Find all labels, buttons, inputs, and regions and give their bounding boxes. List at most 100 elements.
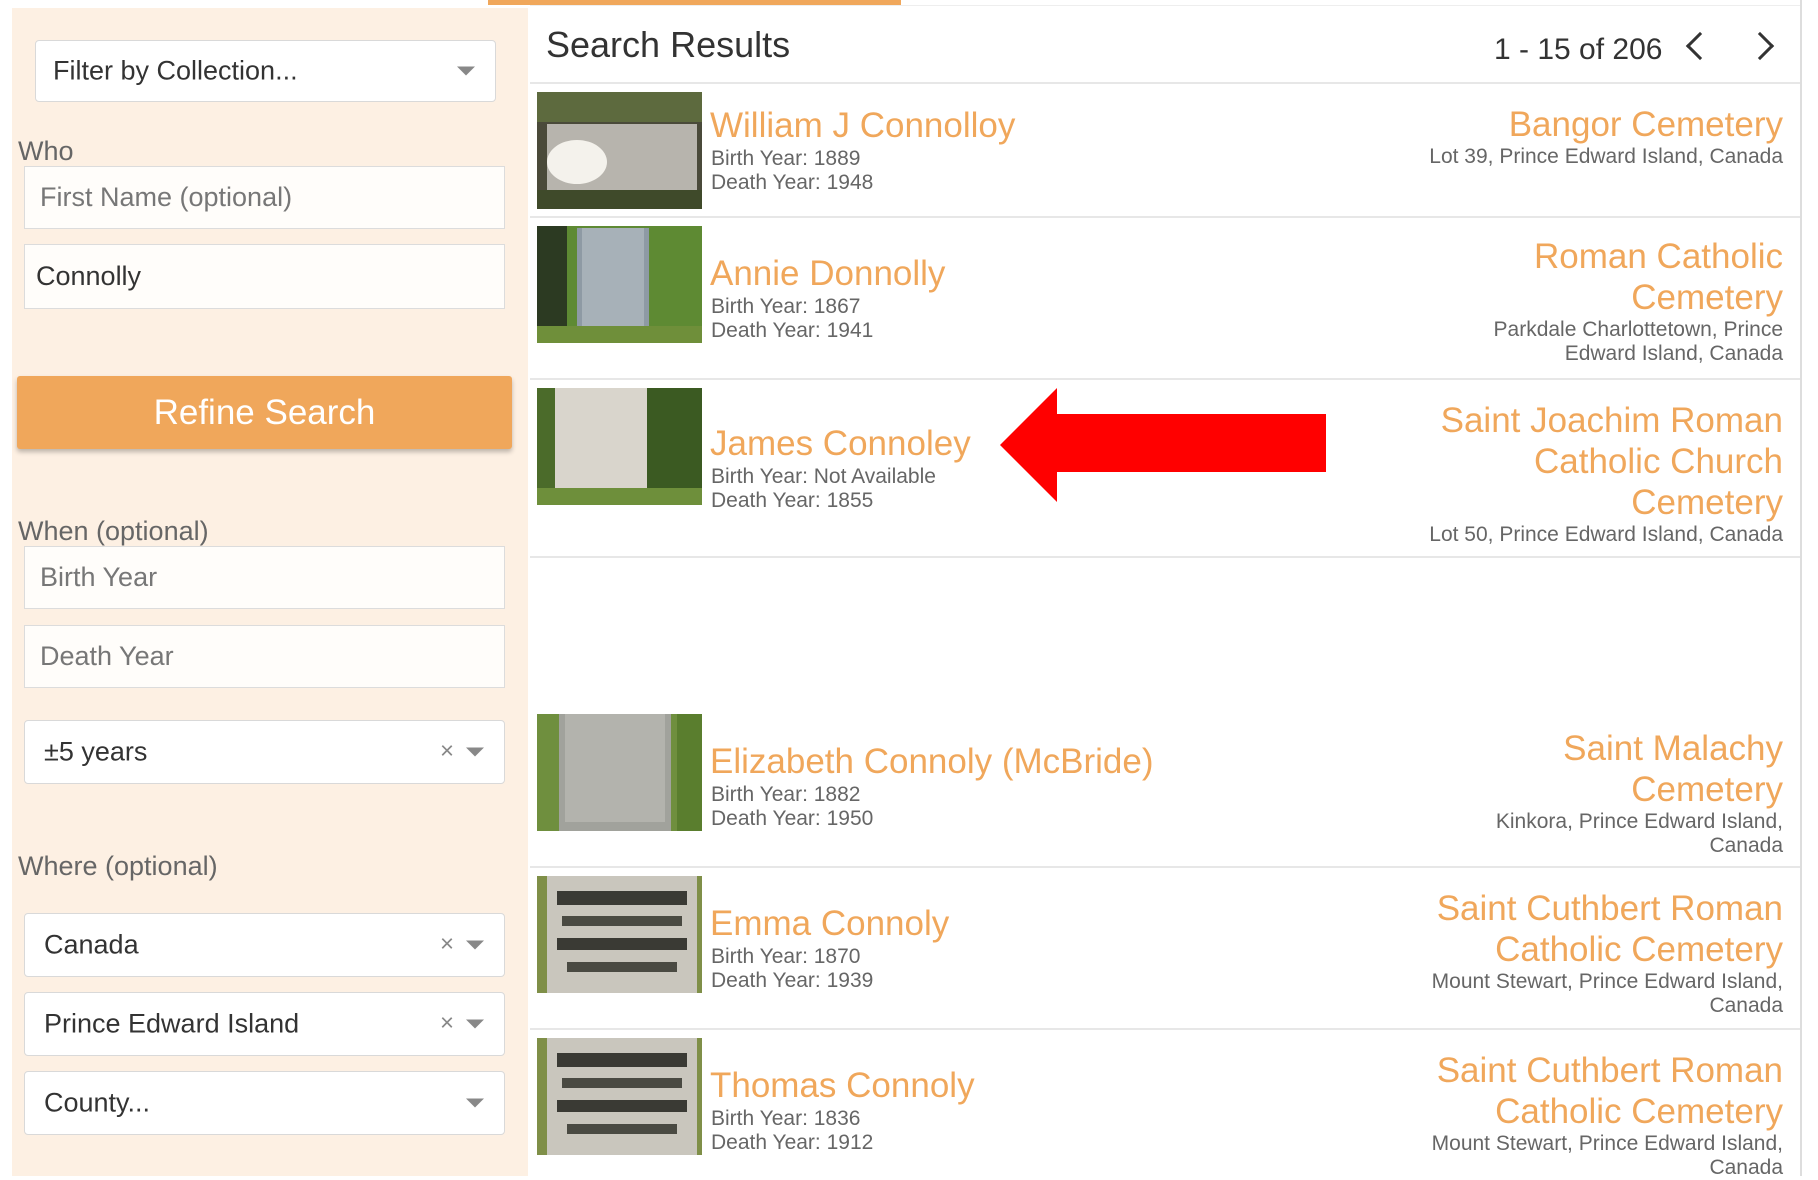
cemetery-name-link[interactable]: Saint Cuthbert Roman Catholic Cemetery bbox=[1432, 1050, 1783, 1132]
country-select[interactable]: Canada × bbox=[24, 913, 505, 977]
chevron-down-icon bbox=[466, 1019, 484, 1029]
location-line: Parkdale Charlottetown, Prince bbox=[1493, 318, 1783, 341]
birth-year-input[interactable] bbox=[24, 546, 505, 609]
row-divider bbox=[530, 1028, 1800, 1030]
headstone-photo bbox=[537, 876, 702, 993]
last-name-input[interactable] bbox=[24, 244, 505, 309]
chevron-right-icon[interactable] bbox=[1745, 31, 1775, 61]
cemetery-name-link[interactable]: Saint Malachy Cemetery bbox=[1496, 728, 1783, 810]
province-select[interactable]: Prince Edward Island × bbox=[24, 992, 505, 1056]
cemetery-name-link[interactable]: Roman Catholic Cemetery bbox=[1494, 236, 1783, 318]
location-line: Kinkora, Prince Edward Island, bbox=[1495, 810, 1783, 833]
death-year-input[interactable] bbox=[24, 625, 505, 688]
cemetery-name-line: Cemetery bbox=[1631, 278, 1783, 317]
cemetery-name-line: Saint Cuthbert Roman bbox=[1436, 889, 1783, 928]
chevron-left-icon[interactable] bbox=[1685, 31, 1715, 61]
death-prefix: Death Year: bbox=[711, 319, 821, 342]
cemetery-name-line: Saint Cuthbert Roman bbox=[1436, 1051, 1783, 1090]
person-dates: Birth Year: 1889 Death Year: 1948 bbox=[711, 147, 873, 195]
birth-prefix: Birth Year: bbox=[711, 783, 808, 806]
person-dates: Birth Year: 1882 Death Year: 1950 bbox=[711, 783, 873, 831]
row-divider bbox=[530, 556, 1800, 558]
location-line: Canada bbox=[1709, 1156, 1783, 1179]
cemetery-location: Lot 50, Prince Edward Island, Canada bbox=[1429, 523, 1783, 547]
result-row[interactable]: William J Connolloy Birth Year: 1889 Dea… bbox=[530, 92, 1800, 216]
location-line: Lot 39, Prince Edward Island, Canada bbox=[1429, 145, 1783, 168]
person-name-link[interactable]: Thomas Connoly bbox=[710, 1066, 975, 1106]
birth-year-line: Birth Year: Not Available bbox=[711, 465, 936, 489]
refine-search-button[interactable]: Refine Search bbox=[17, 376, 512, 449]
person-name-link[interactable]: James Connoley bbox=[710, 424, 971, 464]
results-title: Search Results bbox=[546, 24, 791, 65]
clear-icon[interactable]: × bbox=[440, 737, 454, 765]
birth-year-line: Birth Year: 1870 bbox=[711, 945, 873, 969]
cemetery-location: Parkdale Charlottetown, Prince Edward Is… bbox=[1494, 318, 1783, 366]
cemetery-name-line: Catholic Cemetery bbox=[1495, 1092, 1783, 1131]
location-line: Mount Stewart, Prince Edward Island, bbox=[1431, 1132, 1783, 1155]
death-year-line: Death Year: 1912 bbox=[711, 1131, 873, 1155]
cemetery-block: Saint Cuthbert Roman Catholic Cemetery M… bbox=[1432, 1050, 1783, 1180]
county-value: County... bbox=[44, 1087, 151, 1118]
birth-prefix: Birth Year: bbox=[711, 147, 808, 170]
pagination-count: 1 - 15 of 206 bbox=[1494, 33, 1663, 66]
headstone-photo bbox=[537, 92, 702, 209]
death-prefix: Death Year: bbox=[711, 807, 821, 830]
year-range-select[interactable]: ±5 years × bbox=[24, 720, 505, 784]
result-row[interactable]: Annie Donnolly Birth Year: 1867 Death Ye… bbox=[530, 226, 1800, 376]
first-name-input[interactable] bbox=[24, 166, 505, 229]
chevron-down-icon bbox=[466, 1098, 484, 1108]
birth-prefix: Birth Year: bbox=[711, 945, 808, 968]
birth-year-value: Not Available bbox=[813, 465, 936, 488]
clear-icon[interactable]: × bbox=[440, 930, 454, 958]
birth-year-value: 1836 bbox=[813, 1107, 861, 1130]
cemetery-location: Mount Stewart, Prince Edward Island, Can… bbox=[1432, 970, 1783, 1018]
person-name-link[interactable]: William J Connolloy bbox=[710, 106, 1015, 146]
death-prefix: Death Year: bbox=[711, 969, 821, 992]
chevron-down-icon bbox=[457, 66, 475, 76]
clear-icon[interactable]: × bbox=[440, 1009, 454, 1037]
chevron-down-icon bbox=[466, 747, 484, 757]
birth-prefix: Birth Year: bbox=[711, 465, 808, 488]
cemetery-name-link[interactable]: Saint Joachim Roman Catholic Church Ceme… bbox=[1429, 400, 1783, 523]
scrollbar-track[interactable] bbox=[1800, 0, 1802, 1176]
row-divider bbox=[530, 82, 1800, 84]
headstone-photo bbox=[537, 226, 702, 343]
death-year-value: 1855 bbox=[826, 489, 874, 512]
death-year-value: 1939 bbox=[826, 969, 874, 992]
person-name-link[interactable]: Elizabeth Connoly (McBride) bbox=[710, 742, 1154, 782]
birth-year-line: Birth Year: 1867 bbox=[711, 295, 873, 319]
cemetery-location: Mount Stewart, Prince Edward Island, Can… bbox=[1432, 1132, 1783, 1180]
cemetery-block: Bangor Cemetery Lot 39, Prince Edward Is… bbox=[1429, 104, 1783, 169]
death-prefix: Death Year: bbox=[711, 489, 821, 512]
cemetery-name-link[interactable]: Saint Cuthbert Roman Catholic Cemetery bbox=[1432, 888, 1783, 970]
cemetery-name-line: Bangor Cemetery bbox=[1508, 105, 1783, 144]
person-dates: Birth Year: 1836 Death Year: 1912 bbox=[711, 1107, 873, 1155]
death-year-value: 1912 bbox=[826, 1131, 874, 1154]
cemetery-name-line: Catholic Church bbox=[1534, 442, 1783, 481]
county-select[interactable]: County... bbox=[24, 1071, 505, 1135]
country-value: Canada bbox=[44, 929, 139, 960]
cemetery-location: Kinkora, Prince Edward Island, Canada bbox=[1496, 810, 1783, 858]
result-row[interactable]: Thomas Connoly Birth Year: 1836 Death Ye… bbox=[530, 1038, 1800, 1179]
result-row[interactable]: Emma Connoly Birth Year: 1870 Death Year… bbox=[530, 876, 1800, 1026]
cemetery-name-link[interactable]: Bangor Cemetery bbox=[1429, 104, 1783, 145]
cemetery-block: Saint Malachy Cemetery Kinkora, Prince E… bbox=[1496, 728, 1783, 858]
birth-year-line: Birth Year: 1889 bbox=[711, 147, 873, 171]
birth-year-line: Birth Year: 1836 bbox=[711, 1107, 873, 1131]
person-name-link[interactable]: Annie Donnolly bbox=[710, 254, 945, 294]
death-year-line: Death Year: 1950 bbox=[711, 807, 873, 831]
collection-filter-select[interactable]: Filter by Collection... bbox=[35, 40, 496, 102]
top-divider bbox=[530, 5, 1802, 6]
death-year-line: Death Year: 1939 bbox=[711, 969, 873, 993]
location-line: Edward Island, Canada bbox=[1564, 342, 1783, 365]
headstone-photo bbox=[537, 388, 702, 505]
location-line: Mount Stewart, Prince Edward Island, bbox=[1431, 970, 1783, 993]
red-arrow-icon bbox=[1000, 388, 1326, 502]
person-name-link[interactable]: Emma Connoly bbox=[710, 904, 949, 944]
result-row[interactable]: Elizabeth Connoly (McBride) Birth Year: … bbox=[530, 714, 1800, 864]
death-prefix: Death Year: bbox=[711, 171, 821, 194]
headstone-photo bbox=[537, 714, 702, 831]
cemetery-location: Lot 39, Prince Edward Island, Canada bbox=[1429, 145, 1783, 169]
location-line: Canada bbox=[1709, 994, 1783, 1017]
chevron-down-icon bbox=[466, 940, 484, 950]
